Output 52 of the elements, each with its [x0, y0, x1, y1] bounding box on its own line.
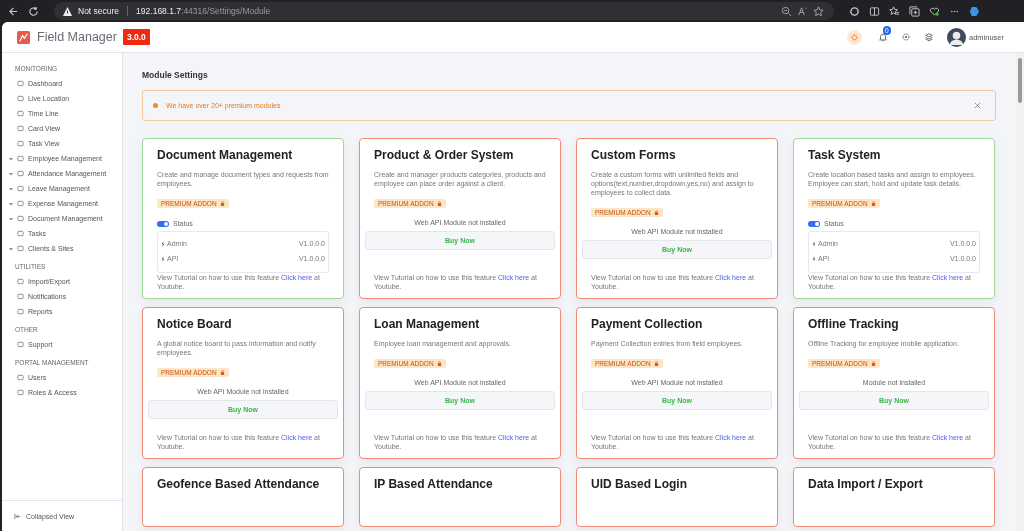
- bell-icon[interactable]: [877, 32, 888, 42]
- module-title: Loan Management: [374, 317, 481, 331]
- module-title: IP Based Attendance: [374, 477, 494, 491]
- module-title: Offline Tracking: [808, 317, 900, 331]
- url-host: 192.168.1.7: [136, 6, 181, 16]
- module-title: Task System: [808, 148, 882, 162]
- page-title: Module Settings: [142, 70, 209, 80]
- lock-icon: [436, 361, 442, 366]
- module-title: Product & Order System: [374, 148, 515, 162]
- app-name: Field Manager: [37, 30, 117, 44]
- bolt-icon: [812, 240, 816, 247]
- lock-icon: [870, 361, 876, 366]
- collections-icon[interactable]: [909, 5, 920, 17]
- address-bar[interactable]: Not secure 192.168.1.7:44316/Settings/Module: [54, 2, 834, 20]
- star-icon[interactable]: [813, 5, 824, 17]
- module-title: Notice Board: [157, 317, 233, 331]
- lock-icon: [653, 210, 659, 215]
- layers-icon[interactable]: [923, 32, 934, 42]
- favorites-icon[interactable]: [889, 5, 900, 17]
- bolt-icon: [812, 255, 816, 262]
- lock-icon: [219, 201, 225, 206]
- module-title: Geofence Based Attendance: [157, 477, 321, 491]
- bolt-icon: [161, 240, 165, 247]
- avatar-icon[interactable]: [946, 27, 966, 47]
- url-path: :44316/Settings/Module: [181, 6, 271, 16]
- lock-icon: [219, 370, 225, 375]
- module-title: Data Import / Export: [808, 477, 924, 491]
- read-aloud-icon[interactable]: [797, 5, 808, 17]
- close-icon[interactable]: [974, 102, 981, 109]
- bolt-icon: [161, 255, 165, 262]
- warning-icon: [62, 5, 73, 17]
- settings-icon[interactable]: [900, 32, 911, 42]
- lock-icon: [653, 361, 659, 366]
- refresh-icon[interactable]: [28, 5, 39, 17]
- dot-icon: [153, 103, 158, 108]
- zoom-out-icon[interactable]: [781, 5, 792, 17]
- split-screen-icon[interactable]: [869, 5, 880, 17]
- module-title: Custom Forms: [591, 148, 677, 162]
- status-toggle[interactable]: [157, 220, 169, 227]
- version-badge: 3.0.0: [122, 29, 150, 45]
- module-title: UID Based Login: [591, 477, 688, 491]
- scrollbar[interactable]: [1016, 53, 1024, 531]
- module-title: Document Management: [157, 148, 294, 162]
- back-icon[interactable]: [8, 5, 19, 17]
- logo-icon: [17, 30, 30, 44]
- heart-icon[interactable]: [929, 5, 940, 17]
- lock-icon: [870, 201, 876, 206]
- lock-icon: [436, 201, 442, 206]
- module-title: Payment Collection: [591, 317, 704, 331]
- collapse-icon: [14, 512, 21, 520]
- status-toggle[interactable]: [808, 220, 820, 227]
- security-label: Not secure: [78, 6, 120, 16]
